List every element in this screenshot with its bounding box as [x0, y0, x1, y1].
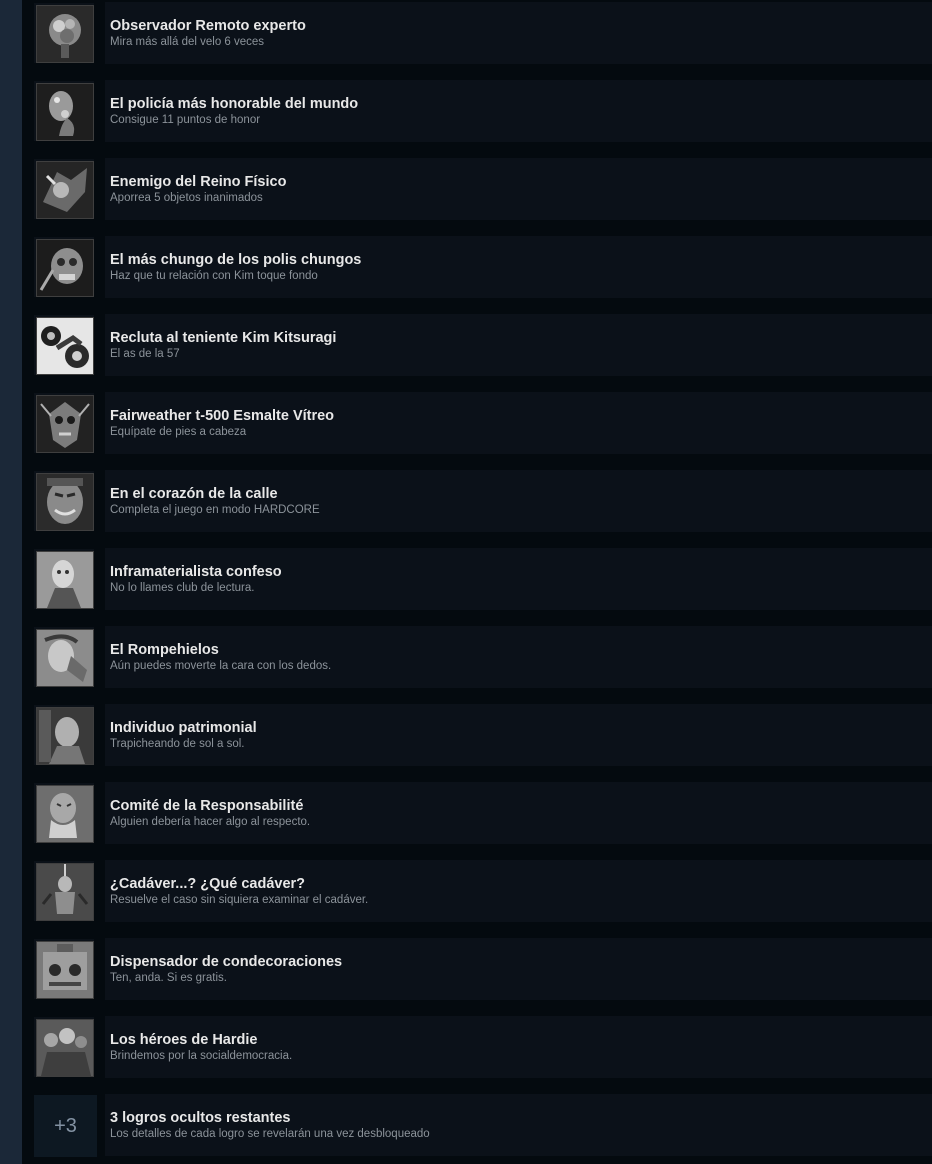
achievement-text-bar: Dispensador de condecoraciones Ten, anda…: [105, 938, 932, 1000]
achievement-title: Inframaterialista confeso: [110, 564, 282, 580]
achievement-text-bar: Fairweather t-500 Esmalte Vítreo Equípat…: [105, 392, 932, 454]
achievement-text-bar: Los héroes de Hardie Brindemos por la so…: [105, 1016, 932, 1078]
achievement-text-bar: Comité de la Responsabilité Alguien debe…: [105, 782, 932, 844]
achievement-title: En el corazón de la calle: [110, 486, 278, 502]
street-man-icon: [36, 707, 94, 765]
achievement-title: Dispensador de condecoraciones: [110, 954, 343, 970]
achievement-title: Individuo patrimonial: [110, 720, 257, 736]
achievement-title: Los héroes de Hardie: [110, 1032, 258, 1048]
crowd-icon: [36, 1019, 94, 1077]
achievement-title: Enemigo del Reino Físico: [110, 174, 287, 190]
armored-skull-icon: [36, 395, 94, 453]
old-man-icon: [36, 785, 94, 843]
achievement-description: El as de la 57: [110, 348, 180, 360]
thinking-man-icon: [36, 83, 94, 141]
achievement-title: Recluta al teniente Kim Kitsuragi: [110, 330, 337, 346]
reading-man-icon: [36, 551, 94, 609]
hanged-body-icon: [36, 863, 94, 921]
achievement-description: Aporrea 5 objetos inanimados: [110, 192, 263, 204]
achievement-description: Aún puedes moverte la cara con los dedos…: [110, 660, 332, 672]
achievement-row[interactable]: Individuo patrimonial Trapicheando de so…: [22, 702, 932, 766]
hidden-count-badge: +3: [34, 1095, 97, 1157]
achievement-title: El Rompehielos: [110, 642, 219, 658]
achievement-text-bar: Observador Remoto experto Mira más allá …: [105, 2, 932, 64]
achievements-panel: Observador Remoto experto Mira más allá …: [22, 0, 932, 1164]
skull-face-icon: [36, 239, 94, 297]
achievement-description: Completa el juego en modo HARDCORE: [110, 504, 320, 516]
achievement-row[interactable]: Enemigo del Reino Físico Aporrea 5 objet…: [22, 156, 932, 220]
achievement-text-bar: El más chungo de los polis chungos Haz q…: [105, 236, 932, 298]
achievement-description: Ten, anda. Si es gratis.: [110, 972, 227, 984]
achievement-row[interactable]: Observador Remoto experto Mira más allá …: [22, 0, 932, 64]
achievement-description: Mira más allá del velo 6 veces: [110, 36, 265, 48]
achievement-row[interactable]: El Rompehielos Aún puedes moverte la car…: [22, 624, 932, 688]
achievement-row[interactable]: Inframaterialista confeso No lo llames c…: [22, 546, 932, 610]
achievement-row[interactable]: Los héroes de Hardie Brindemos por la so…: [22, 1014, 932, 1078]
achievement-title: Fairweather t-500 Esmalte Vítreo: [110, 408, 335, 424]
achievement-description: Trapicheando de sol a sol.: [110, 738, 245, 750]
achievement-text-bar: En el corazón de la calle Completa el ju…: [105, 470, 932, 532]
achievement-description: Haz que tu relación con Kim toque fondo: [110, 270, 318, 282]
achievement-text-bar: Inframaterialista confeso No lo llames c…: [105, 548, 932, 610]
achievement-text-bar: El policía más honorable del mundo Consi…: [105, 80, 932, 142]
achievement-title: El más chungo de los polis chungos: [110, 252, 362, 268]
achievement-title: Observador Remoto experto: [110, 18, 306, 34]
achievement-row[interactable]: Dispensador de condecoraciones Ten, anda…: [22, 936, 932, 1000]
hidden-achievements-title: 3 logros ocultos restantes: [110, 1110, 291, 1126]
hidden-achievements-row[interactable]: +3 3 logros ocultos restantes Los detall…: [22, 1092, 932, 1157]
achievement-title: Comité de la Responsabilité: [110, 798, 304, 814]
motor-carriage-icon: [36, 317, 94, 375]
achievement-description: No lo llames club de lectura.: [110, 582, 255, 594]
achievement-description: Brindemos por la socialdemocracia.: [110, 1050, 293, 1062]
achievement-row[interactable]: Fairweather t-500 Esmalte Vítreo Equípat…: [22, 390, 932, 454]
left-edge-strip: [0, 0, 22, 1164]
achievement-text-bar: ¿Cadáver...? ¿Qué cadáver? Resuelve el c…: [105, 860, 932, 922]
achievement-text-bar: Individuo patrimonial Trapicheando de so…: [105, 704, 932, 766]
grinning-man-icon: [36, 473, 94, 531]
brain-explosion-icon: [36, 5, 94, 63]
achievement-row[interactable]: Recluta al teniente Kim Kitsuragi El as …: [22, 312, 932, 376]
achievement-row[interactable]: El más chungo de los polis chungos Haz q…: [22, 234, 932, 298]
achievement-text-bar: Recluta al teniente Kim Kitsuragi El as …: [105, 314, 932, 376]
achievement-text-bar: Enemigo del Reino Físico Aporrea 5 objet…: [105, 158, 932, 220]
achievement-text-bar: 3 logros ocultos restantes Los detalles …: [105, 1094, 932, 1156]
achievement-title: ¿Cadáver...? ¿Qué cadáver?: [110, 876, 306, 892]
achievement-row[interactable]: El policía más honorable del mundo Consi…: [22, 78, 932, 142]
face-touch-icon: [36, 629, 94, 687]
hidden-achievements-description: Los detalles de cada logro se revelarán …: [110, 1128, 430, 1140]
achievement-title: El policía más honorable del mundo: [110, 96, 359, 112]
achievement-row[interactable]: ¿Cadáver...? ¿Qué cadáver? Resuelve el c…: [22, 858, 932, 922]
fist-punch-icon: [36, 161, 94, 219]
achievement-row[interactable]: En el corazón de la calle Completa el ju…: [22, 468, 932, 532]
achievement-description: Consigue 11 puntos de honor: [110, 114, 261, 126]
machine-icon: [36, 941, 94, 999]
achievement-description: Equípate de pies a cabeza: [110, 426, 247, 438]
achievement-text-bar: El Rompehielos Aún puedes moverte la car…: [105, 626, 932, 688]
achievement-description: Alguien debería hacer algo al respecto.: [110, 816, 311, 828]
achievement-description: Resuelve el caso sin siquiera examinar e…: [110, 894, 369, 906]
achievement-row[interactable]: Comité de la Responsabilité Alguien debe…: [22, 780, 932, 844]
